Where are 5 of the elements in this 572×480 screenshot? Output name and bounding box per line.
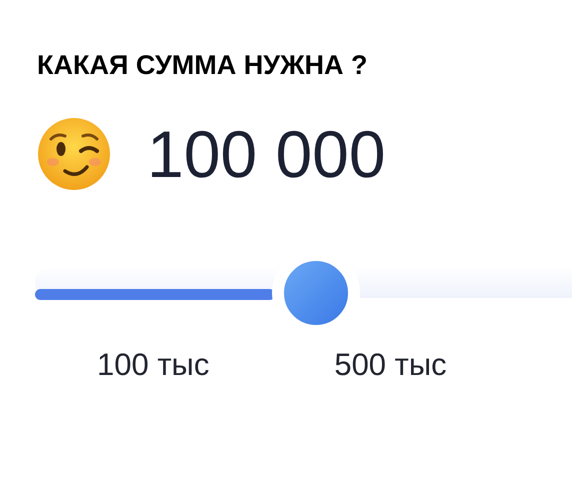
scale-label: 100 тыс bbox=[97, 349, 210, 380]
amount-value: 100 000 bbox=[147, 121, 386, 187]
question-title: КАКАЯ СУММА НУЖНА ? bbox=[37, 52, 368, 79]
winking-face-icon bbox=[37, 117, 111, 191]
scale-label: 500 тыс bbox=[334, 349, 447, 380]
